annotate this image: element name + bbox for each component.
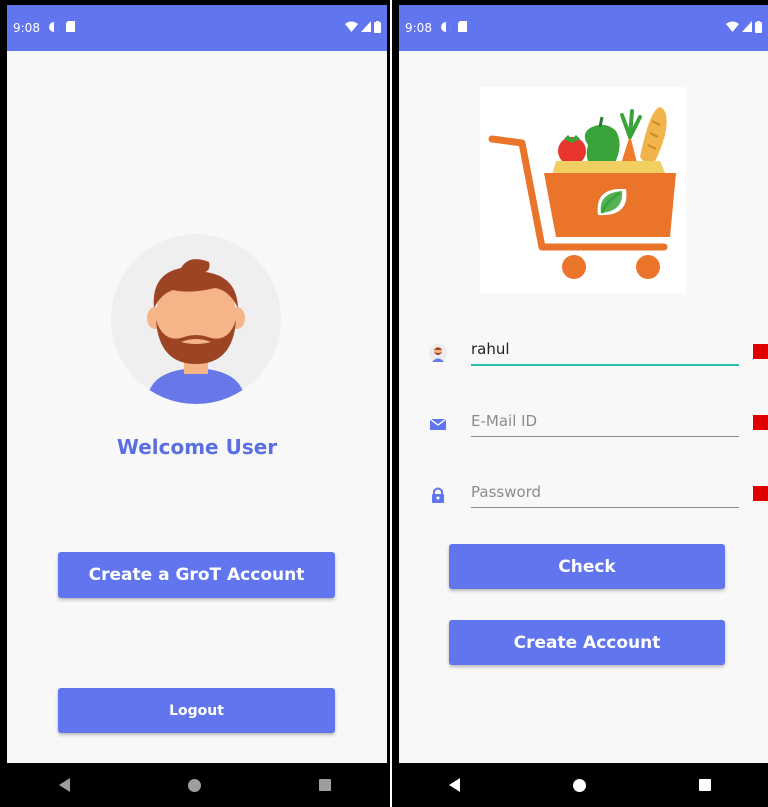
username-error-indicator <box>753 344 768 359</box>
nav-back-icon[interactable] <box>448 778 460 792</box>
signal-icon <box>361 21 371 35</box>
status-bar: 9:08 <box>7 5 387 51</box>
mail-icon <box>429 415 447 433</box>
email-error-indicator <box>753 415 768 430</box>
signal-icon <box>742 21 752 35</box>
welcome-screen: 9:08 Welcome User Create a GroT Account … <box>7 5 387 763</box>
password-field-row <box>429 478 768 518</box>
create-account-button[interactable]: Create Account <box>449 620 725 665</box>
sd-card-icon <box>65 21 75 35</box>
username-field-row <box>429 336 768 376</box>
username-input[interactable] <box>471 336 739 366</box>
create-grot-account-button[interactable]: Create a GroT Account <box>58 552 335 598</box>
welcome-title: Welcome User <box>116 435 278 459</box>
nav-home-icon[interactable] <box>572 778 586 792</box>
data-saver-icon <box>440 21 452 36</box>
user-avatar <box>111 234 281 404</box>
data-saver-icon <box>48 21 60 36</box>
navigation-bar <box>0 763 390 807</box>
grocery-cart-logo <box>480 87 686 293</box>
status-bar: 9:08 <box>399 5 768 51</box>
status-time: 9:08 <box>13 21 40 35</box>
nav-recents-icon[interactable] <box>319 779 331 791</box>
email-input[interactable] <box>471 407 739 437</box>
navigation-bar <box>392 763 768 807</box>
status-indicators <box>345 20 381 36</box>
check-button[interactable]: Check <box>449 544 725 589</box>
lock-icon <box>429 486 447 504</box>
battery-icon <box>755 20 762 36</box>
phone-welcome: 9:08 Welcome User Create a GroT Account … <box>0 0 390 807</box>
sd-card-icon <box>457 21 467 35</box>
user-avatar-icon <box>429 344 447 362</box>
status-time: 9:08 <box>405 21 432 35</box>
email-field-row <box>429 407 768 447</box>
status-indicators <box>726 20 762 36</box>
phone-signup: 9:08 rahul E-Mail ID Check Create Accoun… <box>392 0 768 807</box>
logout-button[interactable]: Logout <box>58 688 335 733</box>
nav-recents-icon[interactable] <box>699 779 712 791</box>
wifi-icon <box>345 21 358 35</box>
battery-icon <box>374 20 381 36</box>
password-error-indicator <box>753 486 768 501</box>
nav-back-icon[interactable] <box>59 778 70 792</box>
nav-home-icon[interactable] <box>188 778 201 792</box>
password-input[interactable] <box>471 478 739 508</box>
signup-screen: 9:08 rahul E-Mail ID Check Create Accoun… <box>399 5 768 763</box>
wifi-icon <box>726 21 739 35</box>
